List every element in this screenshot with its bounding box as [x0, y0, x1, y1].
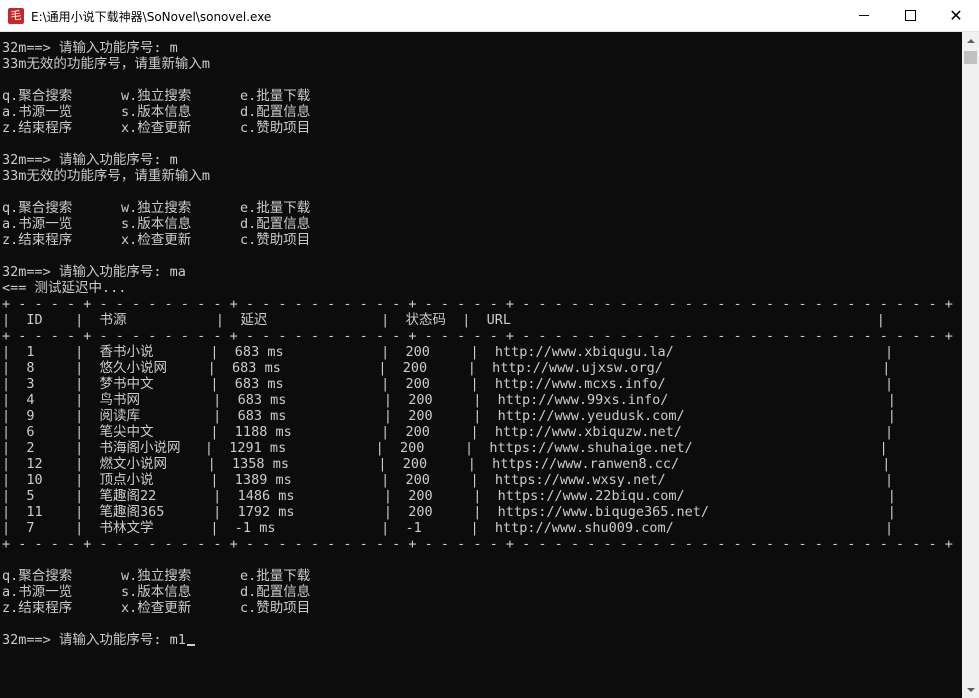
scroll-down-button[interactable] [962, 681, 979, 698]
console-line: q.聚合搜索 w.独立搜索 e.批量下载 [2, 88, 311, 104]
console-line: q.聚合搜索 w.独立搜索 e.批量下载 [2, 568, 311, 584]
minimize-icon [859, 15, 869, 16]
console-line: 32m==> 请输入功能序号: ma [2, 264, 186, 280]
console-window: 毛 E:\通用小说下载神器\SoNovel\sonovel.exe ✕ 32m=… [0, 0, 979, 698]
console-line: | 4 | 鸟书网 | 683 ms | 200 | http://www.99… [2, 392, 896, 408]
text-cursor [186, 644, 195, 646]
maximize-button[interactable] [887, 0, 933, 31]
console-line: | 1 | 香书小说 | 683 ms | 200 | http://www.x… [2, 344, 894, 360]
console-line: | 12 | 燃文小说网 | 1358 ms | 200 | https://w… [2, 456, 891, 472]
console-line: + - - - - + - - - - - - - - + - - - - - … [2, 328, 953, 344]
close-button[interactable]: ✕ [933, 0, 979, 31]
window-title: E:\通用小说下载神器\SoNovel\sonovel.exe [31, 10, 272, 24]
console-line: | 7 | 书林文学 | -1 ms | -1 | http://www.shu… [2, 520, 894, 536]
console-line: 32m==> 请输入功能序号: m1 [2, 632, 953, 648]
console-line: | 10 | 顶点小说 | 1389 ms | 200 | https://ww… [2, 472, 894, 488]
vertical-scrollbar[interactable] [962, 32, 979, 698]
console-output[interactable]: 32m==> 请输入功能序号: m 33m无效的功能序号，请重新输入m q.聚合搜索… [0, 32, 962, 698]
title-bar[interactable]: 毛 E:\通用小说下载神器\SoNovel\sonovel.exe ✕ [0, 0, 979, 32]
arrow-down-icon [966, 687, 975, 692]
console-line: | 2 | 书海阁小说网 | 1291 ms | 200 | https://w… [2, 440, 888, 456]
console-lines: 32m==> 请输入功能序号: m 33m无效的功能序号，请重新输入m q.聚合搜索… [2, 40, 953, 648]
console-line: 32m==> 请输入功能序号: m [2, 152, 178, 168]
arrow-up-icon [966, 38, 975, 43]
console-line: z.结束程序 x.检查更新 c.赞助项目 [2, 232, 311, 248]
console-line: | 9 | 阅读库 | 683 ms | 200 | http://www.ye… [2, 408, 896, 424]
console-line: a.书源一览 s.版本信息 d.配置信息 [2, 104, 311, 120]
console-line: 33m无效的功能序号，请重新输入m [2, 168, 211, 184]
console-line: 32m==> 请输入功能序号: m [2, 40, 178, 56]
console-line: z.结束程序 x.检查更新 c.赞助项目 [2, 600, 311, 616]
console-line: | 6 | 笔尖中文 | 1188 ms | 200 | http://www.… [2, 424, 894, 440]
console-line: + - - - - + - - - - - - - - + - - - - - … [2, 296, 953, 312]
console-line: z.结束程序 x.检查更新 c.赞助项目 [2, 120, 311, 136]
console-line: + - - - - + - - - - - - - - + - - - - - … [2, 536, 953, 552]
scroll-up-button[interactable] [962, 32, 979, 49]
console-line: | ID | 书源 | 延迟 | 状态码 | URL | [2, 312, 885, 328]
console-line: | 5 | 笔趣阁22 | 1486 ms | 200 | https://ww… [2, 488, 896, 504]
console-line: | 3 | 梦书中文 | 683 ms | 200 | http://www.m… [2, 376, 894, 392]
console-line: q.聚合搜索 w.独立搜索 e.批量下载 [2, 200, 311, 216]
scrollbar-thumb[interactable] [964, 51, 977, 64]
maximize-icon [904, 10, 916, 21]
app-icon[interactable]: 毛 [8, 8, 24, 24]
console-line: a.书源一览 s.版本信息 d.配置信息 [2, 584, 311, 600]
console-line: a.书源一览 s.版本信息 d.配置信息 [2, 216, 311, 232]
minimize-button[interactable] [841, 0, 887, 31]
close-icon: ✕ [949, 5, 963, 25]
console-line: | 11 | 笔趣阁365 | 1792 ms | 200 | https://… [2, 504, 896, 520]
console-line: 33m无效的功能序号，请重新输入m [2, 56, 211, 72]
console-line: <== 测试延迟中... [2, 280, 127, 296]
console-line: | 8 | 悠久小说网 | 683 ms | 200 | http://www.… [2, 360, 891, 376]
